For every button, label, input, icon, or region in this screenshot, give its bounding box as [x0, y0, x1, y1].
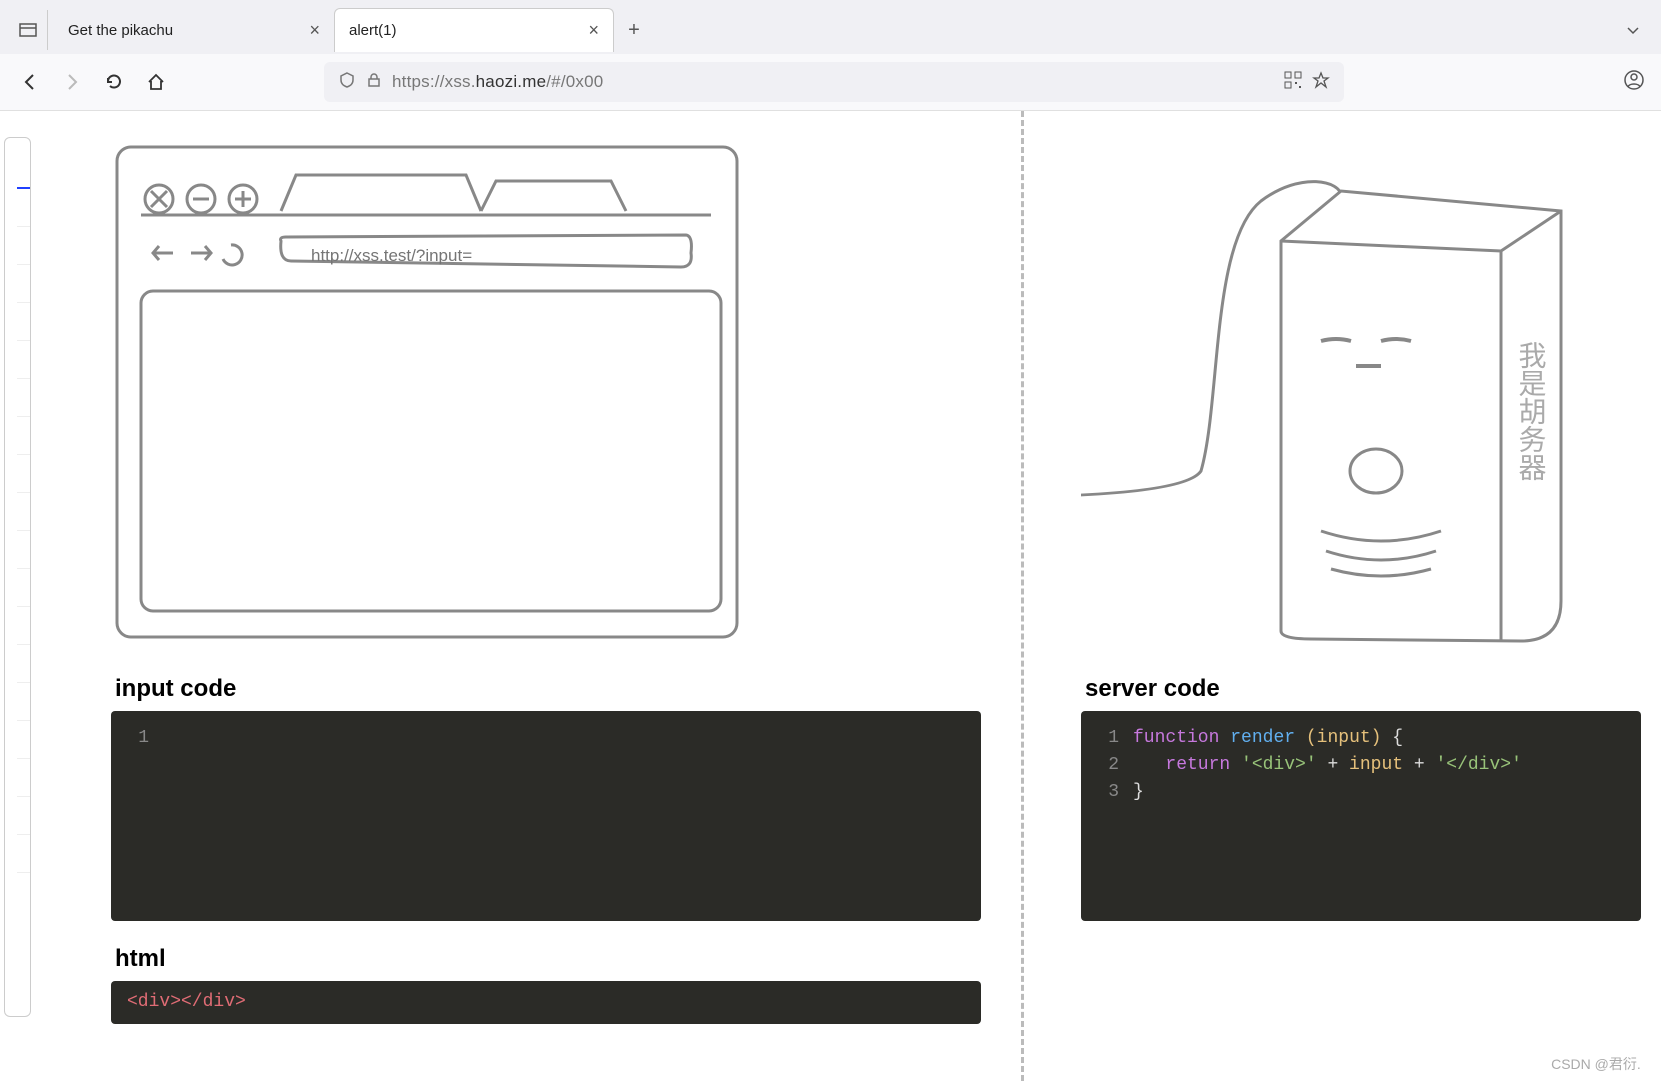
- sidebar-item-0x04[interactable]: 0x04: [17, 303, 31, 341]
- vertical-divider: [1021, 111, 1024, 1081]
- sidebar-item-0x12[interactable]: 0x12: [17, 835, 31, 873]
- sidebar-item-0x01[interactable]: 0x01: [17, 189, 31, 227]
- page-content: 0x000x010x020x030x040x050x060x070x080x09…: [0, 111, 1661, 1081]
- sidebar-item-0x06[interactable]: 0x06: [17, 379, 31, 417]
- server-code-block: 1function render (input) { 2 return '<di…: [1081, 711, 1641, 921]
- sidebar-item-0x00[interactable]: 0x00: [17, 150, 31, 189]
- bookmark-star-icon[interactable]: [1312, 71, 1330, 94]
- qr-icon[interactable]: [1284, 71, 1302, 94]
- close-icon[interactable]: ×: [309, 20, 320, 41]
- tab-alert1[interactable]: alert(1) ×: [334, 8, 614, 52]
- new-tab-button[interactable]: +: [614, 10, 654, 50]
- sidebar-item-0x05[interactable]: 0x05: [17, 341, 31, 379]
- sidebar-item-0x0C[interactable]: 0x0C: [17, 607, 31, 645]
- lock-icon[interactable]: [366, 72, 382, 93]
- tab-label: Get the pikachu: [68, 22, 173, 39]
- home-button[interactable]: [142, 68, 170, 96]
- sketch-url-input[interactable]: [311, 241, 701, 271]
- input-code-block[interactable]: 1: [111, 711, 981, 921]
- server-code-title: server code: [1085, 675, 1641, 703]
- sidebar-item-0x0F[interactable]: 0x0F: [17, 721, 31, 759]
- sidebar-item-0x0D[interactable]: 0x0D: [17, 645, 31, 683]
- right-pane: 我是胡务器 server code 1function render (inpu…: [1021, 111, 1661, 1081]
- browser-sketch: [111, 141, 981, 651]
- challenge-sidebar: 0x000x010x020x030x040x050x060x070x080x09…: [4, 137, 31, 1017]
- sidebar-item-0x03[interactable]: 0x03: [17, 265, 31, 303]
- sidebar-item-0x0E[interactable]: 0x0E: [17, 683, 31, 721]
- sidebar-item-0x07[interactable]: 0x07: [17, 417, 31, 455]
- tab-strip: Get the pikachu × alert(1) × +: [0, 0, 1661, 54]
- server-label-text: 我是胡务器: [1516, 341, 1547, 481]
- account-icon[interactable]: [1623, 69, 1645, 96]
- reload-button[interactable]: [100, 68, 128, 96]
- sidebar-item-0x09[interactable]: 0x09: [17, 493, 31, 531]
- sidebar-item-0x11[interactable]: 0x11: [17, 797, 31, 835]
- back-button[interactable]: [16, 68, 44, 96]
- forward-button[interactable]: [58, 68, 86, 96]
- sidebar-item-0x10[interactable]: 0x10: [17, 759, 31, 797]
- sidebar-item-0x0B[interactable]: 0x0B: [17, 569, 31, 607]
- toolbar: https://xss.haozi.me/#/0x00: [0, 54, 1661, 110]
- left-pane: input code 1 html <div></div>: [31, 111, 1021, 1081]
- html-title: html: [115, 945, 981, 973]
- address-text: https://xss.haozi.me/#/0x00: [392, 72, 603, 92]
- close-icon[interactable]: ×: [588, 20, 599, 41]
- input-code-title: input code: [115, 675, 981, 703]
- shield-icon[interactable]: [338, 71, 356, 94]
- html-output-block: <div></div>: [111, 981, 981, 1024]
- window-handle-icon[interactable]: [8, 10, 48, 50]
- browser-chrome: Get the pikachu × alert(1) × + https://x…: [0, 0, 1661, 111]
- sidebar-item-0x02[interactable]: 0x02: [17, 227, 31, 265]
- sidebar-item-0x08[interactable]: 0x08: [17, 455, 31, 493]
- main-area: input code 1 html <div></div>: [31, 111, 1661, 1081]
- url-bar[interactable]: https://xss.haozi.me/#/0x00: [324, 62, 1344, 102]
- tabs-dropdown-button[interactable]: [1613, 22, 1653, 38]
- tab-pikachu[interactable]: Get the pikachu ×: [54, 8, 334, 52]
- watermark: CSDN @君衍.⠀: [1551, 1054, 1651, 1074]
- tab-label: alert(1): [349, 22, 397, 39]
- server-sketch: 我是胡务器: [1081, 141, 1641, 651]
- sidebar-item-0x0A[interactable]: 0x0A: [17, 531, 31, 569]
